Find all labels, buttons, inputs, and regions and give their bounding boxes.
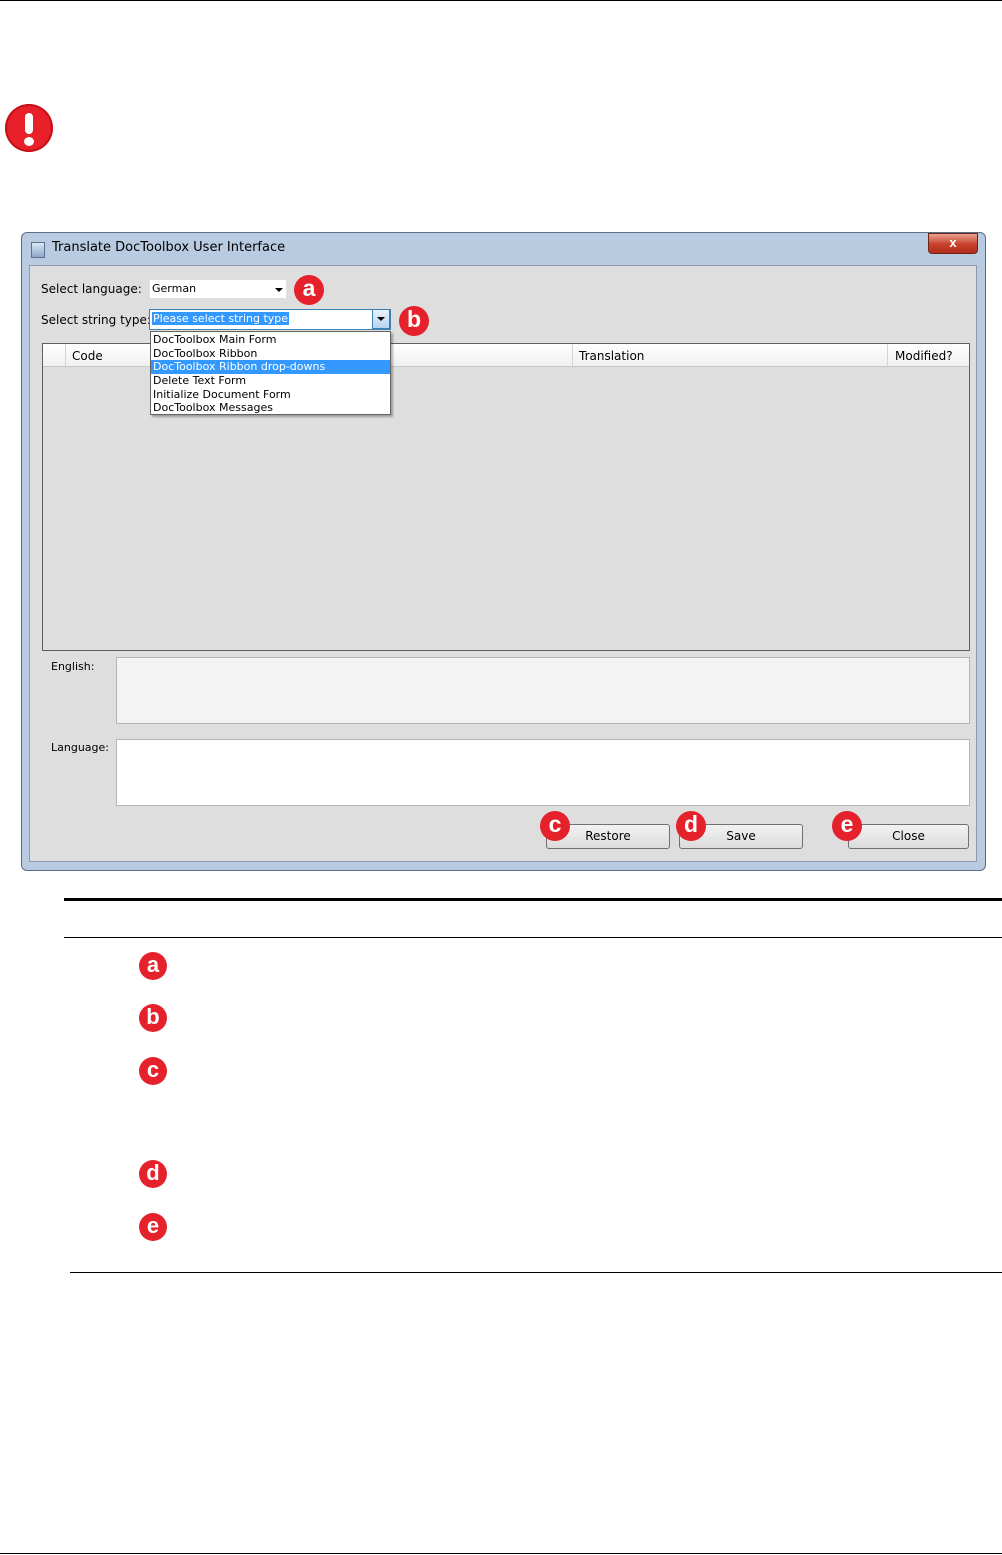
dropdown-option[interactable]: Initialize Document Form [151, 388, 390, 402]
table-top-rule [64, 898, 1002, 901]
column-translation[interactable]: Translation [579, 349, 644, 363]
warning-icon [5, 104, 53, 152]
english-textbox [116, 657, 970, 724]
string-type-dropdown-list: DocToolbox Main Form DocToolbox Ribbon D… [150, 331, 391, 415]
chevron-down-icon [377, 317, 385, 321]
window-app-icon [31, 242, 45, 258]
page-top-rule [0, 0, 1002, 1]
dropdown-option[interactable]: DocToolbox Main Form [151, 333, 390, 347]
string-type-combo[interactable]: Please select string type [149, 309, 391, 330]
dropdown-option[interactable]: DocToolbox Messages [151, 401, 390, 415]
close-button[interactable]: Close [848, 824, 969, 849]
string-type-value: Please select string type [152, 312, 290, 325]
table-header-rule [64, 937, 1002, 938]
window-close-button[interactable]: x [928, 233, 978, 254]
page-footer-rule [0, 1553, 1002, 1554]
dropdown-option[interactable]: Delete Text Form [151, 374, 390, 388]
callout-d: d [676, 811, 706, 841]
column-code[interactable]: Code [72, 349, 103, 363]
window-title: Translate DocToolbox User Interface [52, 240, 286, 255]
legend-callout-e: e [139, 1213, 167, 1241]
select-string-type-label: Select string type: [41, 313, 151, 327]
table-bottom-rule [70, 1272, 1002, 1273]
string-type-dropdown-button[interactable] [372, 309, 390, 329]
legend-callout-a: a [139, 952, 167, 980]
callout-c: c [540, 811, 570, 841]
callout-e: e [832, 811, 862, 841]
chevron-down-icon [275, 288, 283, 292]
legend-callout-d: d [139, 1160, 167, 1188]
language-label: Language: [51, 741, 109, 754]
language-combo[interactable]: German [149, 279, 287, 299]
legend-callout-b: b [139, 1004, 167, 1032]
callout-a: a [294, 275, 324, 305]
dropdown-option[interactable]: DocToolbox Ribbon [151, 347, 390, 361]
language-textbox[interactable] [116, 739, 970, 806]
legend-callout-c: c [139, 1057, 167, 1085]
dropdown-option-highlighted[interactable]: DocToolbox Ribbon drop-downs [151, 360, 390, 374]
english-label: English: [51, 660, 95, 673]
column-modified[interactable]: Modified? [895, 349, 953, 363]
language-value: German [152, 282, 197, 295]
select-language-label: Select language: [41, 282, 142, 296]
callout-b: b [399, 306, 429, 336]
